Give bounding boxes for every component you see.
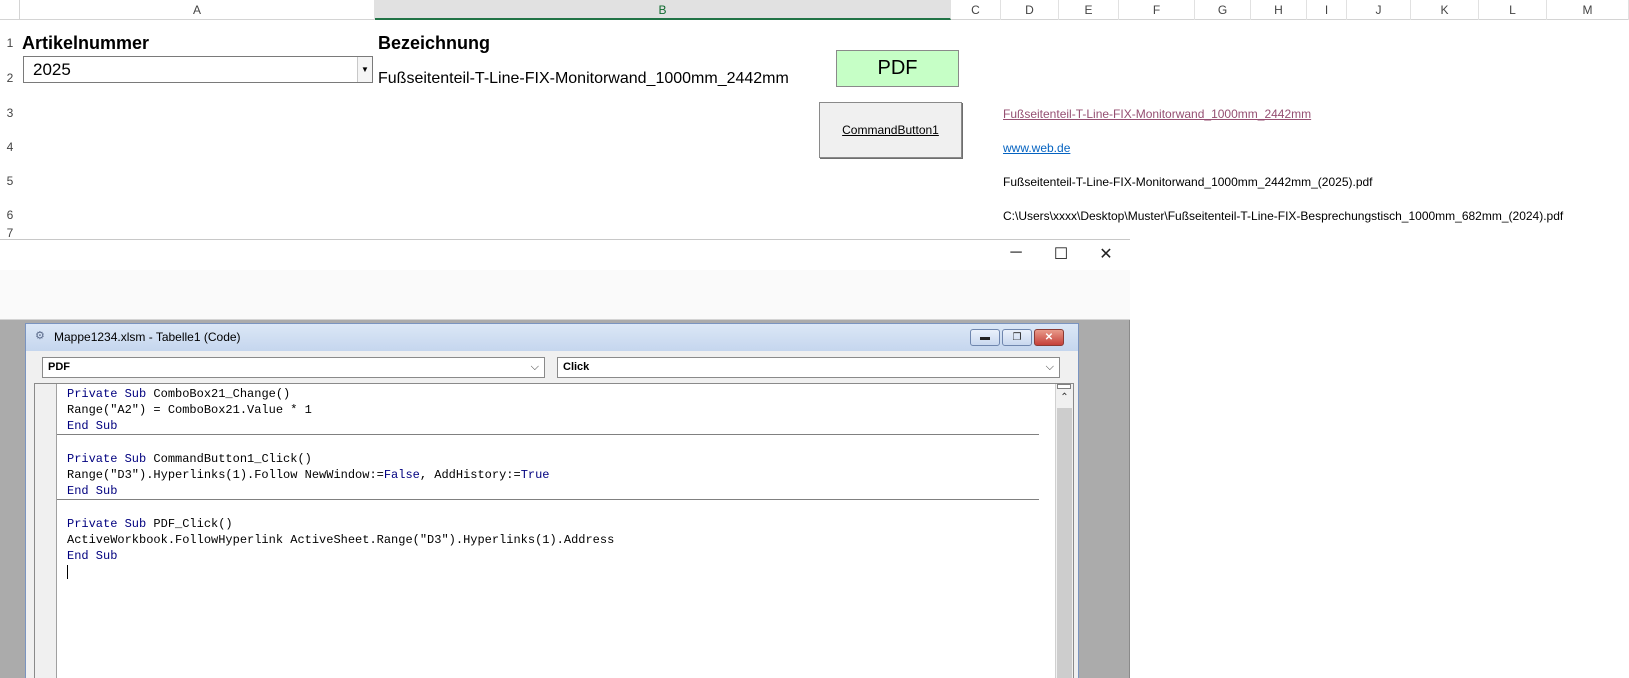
split-box[interactable]: [1057, 384, 1071, 389]
code-lines: Private Sub ComboBox21_Change() Range("A…: [57, 386, 1039, 580]
column-header-i[interactable]: I: [1307, 0, 1347, 20]
keyword: True: [520, 468, 550, 482]
close-icon[interactable]: ✕: [1094, 244, 1118, 264]
object-dropdown-value: PDF: [48, 361, 70, 373]
code-line[interactable]: Private Sub ComboBox21_Change(): [57, 386, 1039, 402]
keyword: False: [383, 468, 420, 482]
code-editor[interactable]: Private Sub ComboBox21_Change() Range("A…: [34, 383, 1074, 678]
column-header-f[interactable]: F: [1119, 0, 1195, 20]
column-header-b[interactable]: B: [375, 0, 951, 20]
vba-editor-window: ─ ☐ ✕ ⚙ Mappe1234.xlsm - Tabelle1 (Code)…: [0, 239, 1130, 678]
column-header-a[interactable]: A: [20, 0, 375, 20]
row-header-3[interactable]: 3: [0, 106, 20, 120]
code-text: ComboBox21_Change(): [146, 387, 291, 401]
cell-d5-filename[interactable]: Fußseitenteil-T-Line-FIX-Monitorwand_100…: [1003, 175, 1373, 189]
combobox-dropdown-arrow-icon[interactable]: ▼: [357, 57, 372, 82]
code-line[interactable]: End Sub: [57, 418, 1039, 434]
row-header-6[interactable]: 6: [0, 208, 20, 222]
cell-d6-filepath[interactable]: C:\Users\xxxx\Desktop\Muster\Fußseitente…: [1003, 209, 1563, 223]
code-line[interactable]: Private Sub PDF_Click(): [57, 516, 1039, 532]
code-window-titlebar[interactable]: ⚙ Mappe1234.xlsm - Tabelle1 (Code) ▬ ❐ ✕: [26, 324, 1078, 351]
code-window-title: Mappe1234.xlsm - Tabelle1 (Code): [54, 330, 241, 344]
cell-d4-hyperlink[interactable]: www.web.de: [1003, 141, 1070, 155]
code-line[interactable]: ActiveWorkbook.FollowHyperlink ActiveShe…: [57, 532, 1039, 548]
combobox-value: 2025: [33, 60, 71, 79]
blank-line[interactable]: [57, 435, 1039, 451]
keyword: Private Sub: [67, 452, 147, 466]
code-text: PDF_Click(): [146, 517, 233, 531]
procedure-dropdown[interactable]: Click ⌵: [557, 357, 1060, 378]
scrollbar-thumb[interactable]: [1057, 408, 1072, 678]
code-line[interactable]: Private Sub CommandButton1_Click(): [57, 451, 1039, 467]
code-line[interactable]: Range("A2") = ComboBox21.Value * 1: [57, 402, 1039, 418]
vba-editor-titlebar: ─ ☐ ✕: [0, 239, 1130, 270]
scroll-up-icon[interactable]: ⌃: [1056, 392, 1073, 406]
select-all-corner[interactable]: [0, 0, 20, 20]
code-window-restore-icon[interactable]: ❐: [1002, 329, 1032, 346]
blank-line[interactable]: [57, 500, 1039, 516]
row-header-1[interactable]: 1: [0, 36, 20, 50]
keyword: Private Sub: [67, 387, 147, 401]
column-header-e[interactable]: E: [1059, 0, 1119, 20]
cell-d3-hyperlink[interactable]: Fußseitenteil-T-Line-FIX-Monitorwand_100…: [1003, 107, 1311, 121]
text-caret: [67, 564, 68, 579]
column-header-k[interactable]: K: [1411, 0, 1479, 20]
code-window: ⚙ Mappe1234.xlsm - Tabelle1 (Code) ▬ ❐ ✕…: [25, 323, 1079, 678]
column-header-j[interactable]: J: [1347, 0, 1411, 20]
chevron-down-icon: ⌵: [530, 361, 539, 373]
code-line[interactable]: End Sub: [57, 483, 1039, 499]
column-header-m[interactable]: M: [1547, 0, 1629, 20]
combobox-artikelnummer[interactable]: 2025 ▼: [23, 56, 373, 83]
row-header-4[interactable]: 4: [0, 140, 20, 154]
code-text: Range("D3").Hyperlinks(1).Follow NewWind…: [67, 468, 384, 482]
vba-editor-toolbar-area: [0, 270, 1130, 320]
chevron-down-icon: ⌵: [1045, 361, 1054, 373]
code-line-cursor[interactable]: [57, 564, 1039, 580]
maximize-icon[interactable]: ☐: [1049, 244, 1073, 264]
cell-b2-bezeichnung-value[interactable]: Fußseitenteil-T-Line-FIX-Monitorwand_100…: [378, 70, 789, 88]
cell-a1-artikelnummer[interactable]: Artikelnummer: [22, 33, 149, 54]
row-header-5[interactable]: 5: [0, 174, 20, 188]
vertical-scrollbar[interactable]: ⌃: [1055, 384, 1073, 678]
column-header-l[interactable]: L: [1479, 0, 1547, 20]
cell-b1-bezeichnung[interactable]: Bezeichnung: [378, 33, 490, 54]
column-header-c[interactable]: C: [951, 0, 1001, 20]
column-header-h[interactable]: H: [1251, 0, 1307, 20]
pdf-button[interactable]: PDF: [836, 50, 959, 87]
procedure-dropdown-value: Click: [563, 361, 590, 373]
code-window-minimize-icon[interactable]: ▬: [970, 329, 1000, 346]
code-margin-indicator-bar[interactable]: [35, 384, 57, 678]
code-line[interactable]: End Sub: [57, 548, 1039, 564]
minimize-icon[interactable]: ─: [1004, 244, 1028, 262]
column-header-g[interactable]: G: [1195, 0, 1251, 20]
code-module-icon: ⚙: [35, 330, 45, 342]
object-dropdown[interactable]: PDF ⌵: [42, 357, 545, 378]
code-line[interactable]: Range("D3").Hyperlinks(1).Follow NewWind…: [57, 467, 1039, 483]
code-text: CommandButton1_Click(): [146, 452, 312, 466]
keyword: Private Sub: [67, 517, 147, 531]
row-header-2[interactable]: 2: [0, 71, 20, 85]
command-button-1[interactable]: CommandButton1: [819, 102, 962, 158]
column-header-d[interactable]: D: [1001, 0, 1059, 20]
code-window-close-icon[interactable]: ✕: [1034, 329, 1064, 346]
code-text: , AddHistory:=: [419, 468, 521, 482]
screen: A B C D E F G H I J K L M 1 2 3 4 5 6 7 …: [0, 0, 1629, 678]
column-header-bar: A B C D E F G H I J K L M: [0, 0, 1629, 20]
row-header-7[interactable]: 7: [0, 226, 20, 240]
